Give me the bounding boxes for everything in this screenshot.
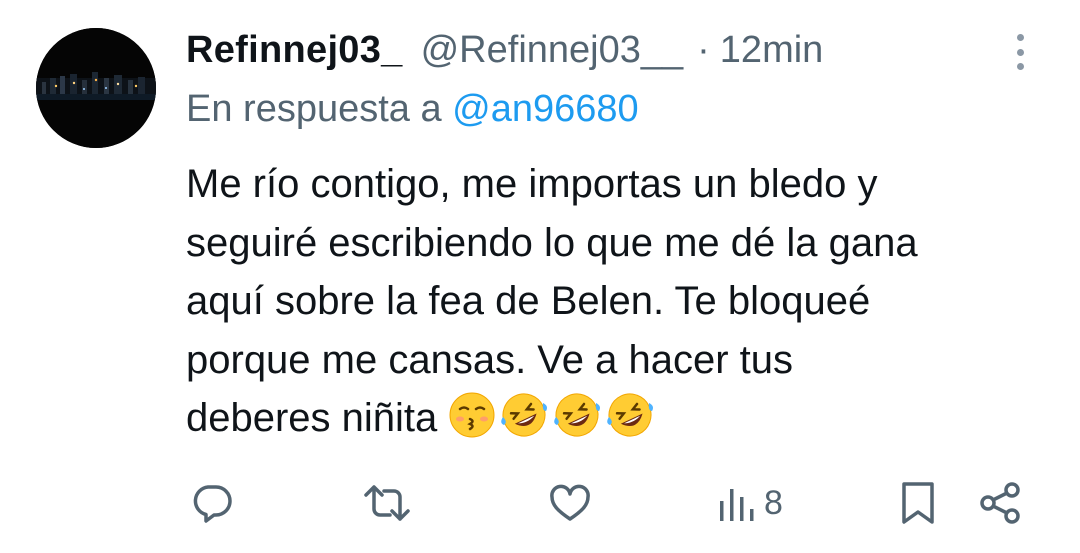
- tweet-text: Me río contigo, me importas un bledo y s…: [186, 155, 1046, 456]
- avatar-image: [36, 28, 156, 148]
- rolling-on-floor-laughing-emoji: [552, 391, 602, 456]
- like-button[interactable]: [548, 478, 592, 528]
- reply-prefix: En respuesta a: [186, 88, 442, 130]
- reply-icon: [193, 485, 232, 523]
- bookmark-button[interactable]: [898, 478, 938, 528]
- share-icon: [980, 482, 1020, 524]
- display-name[interactable]: Refinnej03_: [186, 29, 403, 72]
- views-button[interactable]: 8: [718, 478, 783, 528]
- reply-context: En respuesta a @an96680: [186, 88, 639, 131]
- retweet-icon: [364, 485, 410, 521]
- avatar[interactable]: [36, 28, 156, 148]
- tweet-header: Refinnej03_ @Refinnej03__ · 12min: [186, 22, 823, 78]
- more-options-icon[interactable]: [1004, 30, 1036, 74]
- bookmark-icon: [902, 482, 934, 524]
- like-icon: [550, 484, 590, 521]
- kissing-face-emoji: [448, 391, 496, 456]
- reply-mention-link[interactable]: @an96680: [452, 88, 639, 130]
- views-icon: [720, 489, 754, 521]
- user-handle[interactable]: @Refinnej03__: [421, 29, 684, 72]
- retweet-button[interactable]: [362, 478, 412, 528]
- reply-button[interactable]: [190, 478, 234, 528]
- action-bar: 8: [0, 478, 1080, 528]
- separator-dot: ·: [697, 28, 710, 71]
- views-count: 8: [764, 483, 783, 522]
- timestamp[interactable]: 12min: [720, 29, 824, 72]
- rolling-on-floor-laughing-emoji: [605, 391, 655, 456]
- rolling-on-floor-laughing-emoji: [499, 391, 549, 456]
- share-button[interactable]: [978, 478, 1022, 528]
